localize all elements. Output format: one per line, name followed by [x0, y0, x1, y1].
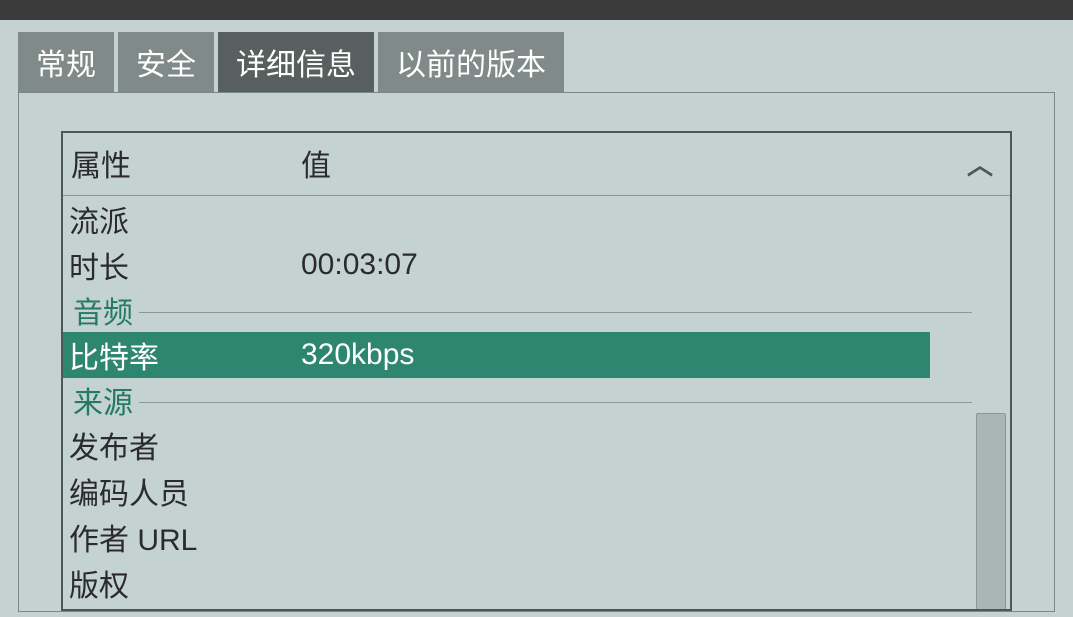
- prop-value: 320kbps: [301, 338, 930, 372]
- list-header: 属性 值 ︿: [63, 133, 1010, 196]
- row-publisher[interactable]: 发布者: [63, 422, 972, 468]
- section-label: 内容: [63, 606, 133, 611]
- section-divider: [139, 402, 972, 403]
- prop-label: 发布者: [63, 423, 301, 467]
- header-property[interactable]: 属性: [63, 141, 301, 185]
- prop-value: 00:03:07: [301, 248, 972, 282]
- prop-label: 比特率: [63, 333, 301, 377]
- details-list: 属性 值 ︿ 流派 时长 00:03:07 音频: [61, 131, 1012, 611]
- row-copyright[interactable]: 版权: [63, 560, 972, 606]
- prop-label: 作者 URL: [63, 515, 301, 559]
- tabs-bar: 常规 安全 详细信息 以前的版本: [0, 20, 1073, 92]
- section-label: 音频: [63, 288, 133, 332]
- prop-label: 版权: [63, 561, 301, 605]
- tab-previous-versions[interactable]: 以前的版本: [378, 32, 564, 92]
- tab-general[interactable]: 常规: [18, 32, 114, 92]
- header-value[interactable]: 值: [301, 141, 950, 185]
- prop-label: 编码人员: [63, 469, 301, 513]
- chevron-up-icon: ︿: [967, 145, 993, 182]
- row-content-partial: 内容: [63, 606, 972, 611]
- properties-dialog: 常规 安全 详细信息 以前的版本 属性 值 ︿ 流派 时长 00:03:07: [0, 20, 1073, 617]
- section-audio: 音频: [63, 288, 972, 332]
- section-divider: [139, 312, 972, 313]
- tab-security[interactable]: 安全: [118, 32, 214, 92]
- scrollbar-thumb[interactable]: [976, 413, 1006, 611]
- prop-label: 流派: [63, 197, 301, 241]
- row-genre[interactable]: 流派: [63, 196, 972, 242]
- row-bitrate[interactable]: 比特率 320kbps: [63, 332, 930, 378]
- row-author-url[interactable]: 作者 URL: [63, 514, 972, 560]
- prop-label: 时长: [63, 243, 301, 287]
- section-source: 来源: [63, 378, 972, 422]
- row-encoder[interactable]: 编码人员: [63, 468, 972, 514]
- section-label: 来源: [63, 378, 133, 422]
- scroll-up-button[interactable]: ︿: [950, 141, 1010, 185]
- row-duration[interactable]: 时长 00:03:07: [63, 242, 972, 288]
- tab-content: 属性 值 ︿ 流派 时长 00:03:07 音频: [18, 92, 1055, 612]
- tab-details[interactable]: 详细信息: [218, 32, 374, 92]
- window-title-bar: [0, 0, 1073, 20]
